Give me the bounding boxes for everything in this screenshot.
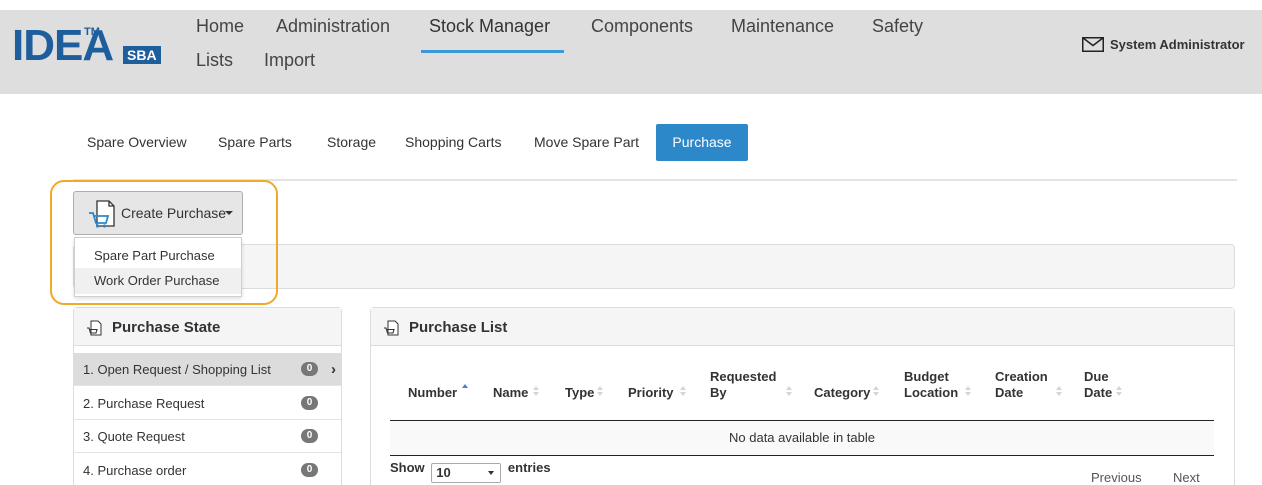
tab-spare-overview[interactable]: Spare Overview: [87, 134, 187, 150]
state-row-open-request[interactable]: 1. Open Request / Shopping List 0 ›: [74, 353, 341, 386]
logo-suffix: SBA: [123, 46, 161, 64]
col-priority[interactable]: Priority: [628, 385, 674, 401]
user-name: System Administrator: [1110, 37, 1245, 52]
nav-stock-manager[interactable]: Stock Manager: [429, 16, 550, 37]
pagination-next[interactable]: Next: [1173, 470, 1200, 485]
col-label: Creation: [995, 369, 1048, 384]
col-label: Requested: [710, 369, 777, 384]
cart-document-icon: [87, 320, 102, 336]
col-due-date[interactable]: Due Date: [1084, 369, 1112, 401]
page-size-select[interactable]: 10: [431, 463, 502, 483]
nav-home[interactable]: Home: [196, 16, 244, 37]
logo-trademark: TM: [84, 26, 100, 38]
sort-icon: [786, 386, 794, 398]
state-row-purchase-request[interactable]: 2. Purchase Request 0: [74, 387, 341, 420]
active-nav-indicator: [421, 50, 564, 53]
sort-icon: [680, 386, 688, 398]
col-number[interactable]: Number: [408, 385, 457, 401]
tab-spare-parts[interactable]: Spare Parts: [218, 134, 292, 150]
callout-highlight: [50, 180, 278, 305]
tab-shopping-carts[interactable]: Shopping Carts: [405, 134, 502, 150]
envelope-icon: [1082, 37, 1104, 52]
purchase-list-title: Purchase List: [409, 319, 508, 336]
col-type[interactable]: Type: [565, 385, 594, 401]
col-label: Budget: [904, 369, 949, 384]
nav-maintenance[interactable]: Maintenance: [731, 16, 834, 37]
top-header: IDEA TM SBA Home Administration Stock Ma…: [0, 10, 1262, 94]
purchase-state-header: Purchase State: [74, 308, 341, 346]
tab-purchase[interactable]: Purchase: [656, 124, 748, 161]
purchase-list-header: Purchase List: [371, 308, 1234, 346]
state-label: 4. Purchase order: [83, 463, 187, 478]
sort-icon: [1116, 386, 1124, 398]
nav-lists[interactable]: Lists: [196, 50, 233, 71]
col-requested-by[interactable]: Requested By: [710, 369, 776, 401]
count-badge: 0: [301, 429, 318, 443]
state-row-quote-request[interactable]: 3. Quote Request 0: [74, 420, 341, 453]
entries-label: entries: [507, 460, 551, 475]
sort-asc-icon: [462, 384, 470, 396]
count-badge: 0: [301, 362, 318, 376]
pagination-previous[interactable]: Previous: [1091, 470, 1142, 485]
col-label: Category: [814, 385, 871, 400]
purchase-state-title: Purchase State: [112, 319, 221, 336]
tab-storage[interactable]: Storage: [327, 134, 376, 150]
col-label: Number: [408, 385, 458, 400]
sort-icon: [965, 386, 973, 398]
purchase-state-panel: Purchase State 1. Open Request / Shoppin…: [73, 307, 342, 485]
page-size-value: 10: [436, 465, 451, 480]
empty-table-message: No data available in table: [390, 421, 1214, 455]
col-label-line2: By: [710, 385, 727, 400]
col-label-line2: Date: [995, 385, 1024, 400]
nav-components[interactable]: Components: [591, 16, 693, 37]
tab-move-spare-part[interactable]: Move Spare Part: [534, 134, 639, 150]
state-label: 3. Quote Request: [83, 429, 185, 444]
col-name[interactable]: Name: [493, 385, 528, 401]
nav-administration[interactable]: Administration: [276, 16, 390, 37]
user-menu[interactable]: System Administrator: [1082, 37, 1245, 52]
col-category[interactable]: Category: [814, 385, 870, 401]
col-label: Priority: [628, 385, 674, 400]
cart-document-icon: [384, 320, 399, 336]
caret-down-icon: [488, 471, 495, 475]
col-label: Name: [493, 385, 529, 400]
col-label-line2: Location: [904, 385, 959, 400]
show-label: Show: [390, 460, 425, 475]
count-badge: 0: [301, 396, 318, 410]
sort-icon: [597, 386, 605, 398]
col-label: Type: [565, 385, 595, 400]
col-label: Due: [1084, 369, 1109, 384]
state-row-purchase-order[interactable]: 4. Purchase order 0: [74, 454, 341, 485]
nav-import[interactable]: Import: [264, 50, 315, 71]
sort-icon: [1056, 386, 1064, 398]
sort-icon: [533, 386, 541, 398]
col-creation-date[interactable]: Creation Date: [995, 369, 1048, 401]
table-footer-border: [390, 455, 1214, 456]
sort-icon: [873, 386, 881, 398]
state-label: 1. Open Request / Shopping List: [83, 362, 271, 377]
page-size-control: Show 10 entries: [390, 460, 551, 483]
nav-safety[interactable]: Safety: [872, 16, 923, 37]
chevron-right-icon: ›: [331, 361, 336, 378]
col-budget-location[interactable]: Budget Location: [904, 369, 958, 401]
count-badge: 0: [301, 463, 318, 477]
col-label-line2: Date: [1084, 385, 1113, 400]
state-label: 2. Purchase Request: [83, 396, 205, 411]
